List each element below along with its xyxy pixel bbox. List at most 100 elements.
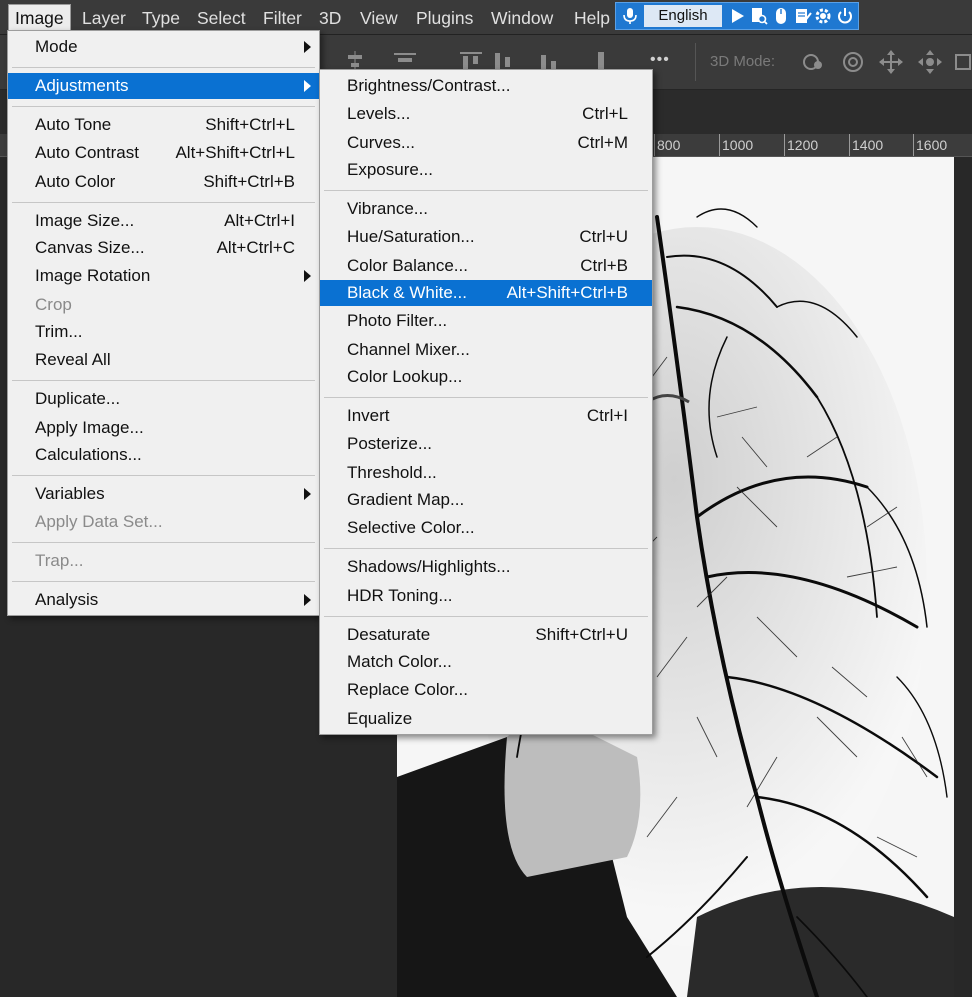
- roll-3d-icon[interactable]: [840, 49, 866, 75]
- slide-3d-icon[interactable]: [917, 49, 943, 75]
- menu-image[interactable]: Image: [8, 4, 71, 32]
- menu-item-shortcut: Alt+Ctrl+I: [224, 211, 295, 230]
- menu-item-hue-saturation[interactable]: Hue/Saturation... Ctrl+U: [320, 224, 652, 250]
- menu-item-black-and-white[interactable]: Black & White... Alt+Shift+Ctrl+B: [320, 280, 652, 306]
- menu-item-invert[interactable]: Invert Ctrl+I: [320, 403, 652, 429]
- menu-item-auto-contrast[interactable]: Auto Contrast Alt+Shift+Ctrl+L: [8, 140, 319, 166]
- menu-item-color-balance[interactable]: Color Balance... Ctrl+B: [320, 253, 652, 279]
- menu-select[interactable]: Select: [191, 5, 252, 31]
- menu-item-shortcut: Ctrl+L: [582, 104, 628, 123]
- ime-toolbar: English: [615, 2, 859, 30]
- menu-item-brightness-contrast[interactable]: Brightness/Contrast...: [320, 73, 652, 99]
- menu-item-reveal-all[interactable]: Reveal All: [8, 347, 319, 373]
- menu-item-mode[interactable]: Mode: [8, 34, 319, 60]
- power-icon[interactable]: [836, 7, 854, 25]
- menu-item-label: Match Color...: [347, 652, 452, 671]
- menu-layer[interactable]: Layer: [76, 5, 132, 31]
- menu-separator: [12, 202, 315, 203]
- menu-item-label: Canvas Size...: [35, 238, 145, 257]
- mouse-icon[interactable]: [772, 7, 790, 25]
- menu-item-label: Auto Tone: [35, 115, 112, 134]
- menu-item-color-lookup[interactable]: Color Lookup...: [320, 364, 652, 390]
- menu-separator: [324, 397, 648, 398]
- menu-item-exposure[interactable]: Exposure...: [320, 157, 652, 183]
- menu-item-match-color[interactable]: Match Color...: [320, 649, 652, 675]
- menu-item-equalize[interactable]: Equalize: [320, 706, 652, 732]
- menu-item-threshold[interactable]: Threshold...: [320, 460, 652, 486]
- menu-item-replace-color[interactable]: Replace Color...: [320, 677, 652, 703]
- submenu-arrow-icon: [304, 41, 311, 53]
- menu-separator: [12, 67, 315, 68]
- menu-item-label: Brightness/Contrast...: [347, 76, 511, 95]
- menu-item-image-size[interactable]: Image Size... Alt+Ctrl+I: [8, 208, 319, 234]
- menu-item-selective-color[interactable]: Selective Color...: [320, 515, 652, 541]
- menu-item-label: Calculations...: [35, 445, 142, 464]
- menu-item-auto-tone[interactable]: Auto Tone Shift+Ctrl+L: [8, 112, 319, 138]
- edit-document-icon[interactable]: [794, 7, 812, 25]
- menu-view[interactable]: View: [354, 5, 404, 31]
- gear-icon[interactable]: [814, 7, 832, 25]
- menu-item-desaturate[interactable]: Desaturate Shift+Ctrl+U: [320, 622, 652, 648]
- menu-item-label: Variables: [35, 484, 105, 503]
- menu-item-shadows-highlights[interactable]: Shadows/Highlights...: [320, 554, 652, 580]
- menu-item-shortcut: Shift+Ctrl+L: [205, 115, 295, 134]
- menu-item-shortcut: Alt+Shift+Ctrl+L: [175, 143, 295, 162]
- document-search-icon[interactable]: [750, 7, 768, 25]
- menu-filter[interactable]: Filter: [257, 5, 308, 31]
- menu-item-hdr-toning[interactable]: HDR Toning...: [320, 583, 652, 609]
- menu-item-label: Trim...: [35, 322, 83, 341]
- menu-item-shortcut: Ctrl+M: [577, 133, 628, 152]
- microphone-icon[interactable]: [621, 7, 639, 25]
- pan-3d-icon[interactable]: [878, 49, 904, 75]
- menu-item-variables[interactable]: Variables: [8, 481, 319, 507]
- play-icon[interactable]: [728, 7, 746, 25]
- menu-item-label: Image Size...: [35, 211, 135, 230]
- menu-item-duplicate[interactable]: Duplicate...: [8, 386, 319, 412]
- menu-item-calculations[interactable]: Calculations...: [8, 442, 319, 468]
- menu-item-shortcut: Shift+Ctrl+B: [203, 172, 295, 191]
- menu-item-gradient-map[interactable]: Gradient Map...: [320, 487, 652, 513]
- menu-item-label: Equalize: [347, 709, 413, 728]
- ime-language-button[interactable]: English: [644, 5, 722, 27]
- menu-item-photo-filter[interactable]: Photo Filter...: [320, 308, 652, 334]
- menu-type[interactable]: Type: [136, 5, 186, 31]
- menu-item-label: Curves...: [347, 133, 416, 152]
- 3d-mode-label: 3D Mode:: [710, 53, 776, 70]
- menu-3d[interactable]: 3D: [313, 5, 347, 31]
- submenu-arrow-icon: [304, 80, 311, 92]
- divider: [695, 43, 696, 81]
- menu-item-label: Shadows/Highlights...: [347, 557, 511, 576]
- menu-item-adjustments[interactable]: Adjustments: [8, 73, 319, 99]
- menu-plugins[interactable]: Plugins: [410, 5, 479, 31]
- menu-item-label: Replace Color...: [347, 680, 468, 699]
- menu-item-channel-mixer[interactable]: Channel Mixer...: [320, 337, 652, 363]
- menu-item-label: Desaturate: [347, 625, 431, 644]
- menu-item-label: Apply Data Set...: [35, 512, 163, 531]
- menu-item-trap: Trap...: [8, 548, 319, 574]
- menu-item-image-rotation[interactable]: Image Rotation: [8, 263, 319, 289]
- menu-item-label: Threshold...: [347, 463, 437, 482]
- menu-item-canvas-size[interactable]: Canvas Size... Alt+Ctrl+C: [8, 235, 319, 261]
- menu-item-posterize[interactable]: Posterize...: [320, 431, 652, 457]
- ruler-tick-label: 800: [657, 137, 681, 153]
- menu-help[interactable]: Help: [568, 5, 616, 31]
- menu-item-trim[interactable]: Trim...: [8, 319, 319, 345]
- menu-item-curves[interactable]: Curves... Ctrl+M: [320, 130, 652, 156]
- menu-window[interactable]: Window: [485, 5, 559, 31]
- menu-item-levels[interactable]: Levels... Ctrl+L: [320, 101, 652, 127]
- menu-item-label: Mode: [35, 37, 78, 56]
- scale-3d-icon[interactable]: [952, 49, 972, 75]
- more-options-button[interactable]: •••: [650, 51, 670, 69]
- orbit-3d-icon[interactable]: [800, 49, 826, 75]
- menu-item-auto-color[interactable]: Auto Color Shift+Ctrl+B: [8, 169, 319, 195]
- ruler-tick-label: 1200: [787, 137, 819, 153]
- menu-separator: [12, 106, 315, 107]
- menu-separator: [324, 190, 648, 191]
- menu-item-vibrance[interactable]: Vibrance...: [320, 196, 652, 222]
- menu-item-analysis[interactable]: Analysis: [8, 587, 319, 613]
- menu-item-shortcut: Alt+Shift+Ctrl+B: [506, 283, 628, 302]
- submenu-arrow-icon: [304, 270, 311, 282]
- menu-item-apply-image[interactable]: Apply Image...: [8, 415, 319, 441]
- ruler-tick-label: 1000: [722, 137, 754, 153]
- menu-separator: [324, 548, 648, 549]
